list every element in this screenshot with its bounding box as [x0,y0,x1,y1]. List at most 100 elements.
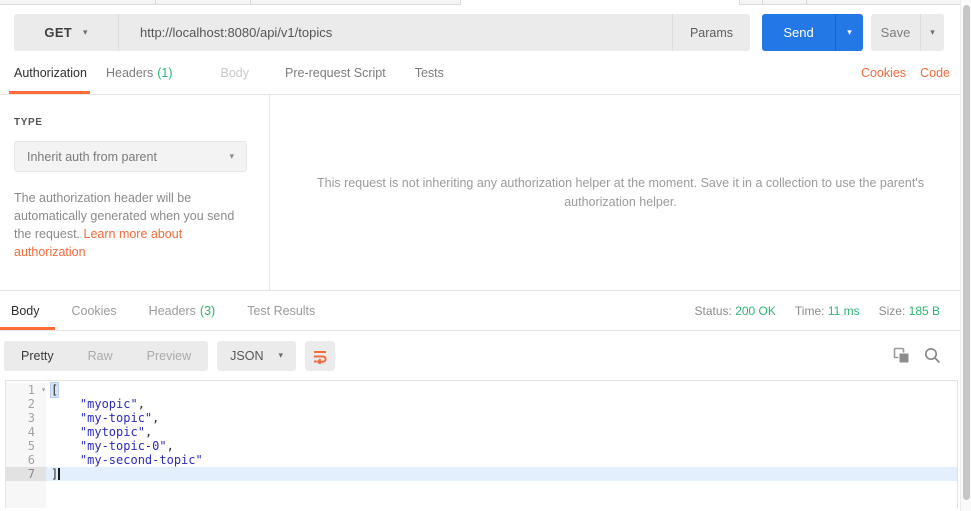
line-gutter[interactable]: 1 ▾ [6,383,46,397]
json-string: "mytopic" [79,425,145,439]
tab-label: Authorization [14,65,87,80]
scrollbar-thumb[interactable] [963,5,970,500]
status-value: 200 OK [735,303,776,318]
save-button[interactable]: Save ▾ [871,14,944,51]
send-label: Send [783,25,814,40]
close-bracket: ] [51,467,59,481]
request-bar: GET ▾ Params Send ▾ Save ▾ [0,5,971,51]
request-tabstrip [0,0,971,5]
tab-body[interactable]: Body [221,51,250,94]
wrap-lines-button[interactable] [305,340,336,371]
line-number: 7 [27,467,35,481]
code-text: "my-topic", [46,411,957,425]
chevron-down-icon: ▾ [930,27,935,37]
save-label: Save [880,25,911,40]
viewer-actions [892,347,941,365]
code-filler [46,481,957,508]
tab-label: Headers [105,65,154,80]
params-button[interactable]: Params [672,14,750,51]
view-mode-switch: Pretty Raw Preview [4,340,209,371]
code-line: 2 "myopic", [6,397,957,411]
line-gutter[interactable]: 5 [6,439,46,453]
line-number: 6 [27,453,35,467]
auth-description: The authorization header will be automat… [14,189,248,261]
text-cursor [58,468,61,480]
tab-headers[interactable]: Headers (1) [106,51,173,94]
tab-authorization[interactable]: Authorization [9,51,90,94]
chevron-down-icon: ▾ [83,27,88,37]
line-gutter[interactable]: 4 [6,425,46,439]
url-group: GET ▾ Params [14,14,750,51]
line-gutter[interactable]: 2 [6,397,46,411]
method-dropdown[interactable]: GET ▾ [14,14,119,51]
window-scrollbar[interactable] [960,0,971,511]
tab-label: Pre-request Script [285,65,386,80]
fold-arrow-icon[interactable]: ▾ [41,383,46,397]
authorization-panel: TYPE Inherit auth from parent ▾ The auth… [0,95,971,291]
view-pretty-button[interactable]: Pretty [4,341,71,371]
code-line: 3 "my-topic", [6,411,957,425]
line-gutter[interactable]: 3 [6,411,46,425]
copy-response-button[interactable] [892,347,910,365]
view-raw-button[interactable]: Raw [71,341,130,371]
chevron-down-icon: ▾ [229,151,234,161]
copy-icon [893,347,909,364]
tab-tests[interactable]: Tests [415,51,444,94]
headers-count-badge: (3) [199,303,216,318]
json-string: "my-second-topic" [79,453,203,467]
status-label: Status: [694,303,732,318]
response-body-editor[interactable]: 1 ▾ [ 2 "myopic", 3 "my-topic", 4 "mytop… [5,380,958,508]
response-tab-test-results[interactable]: Test Results [247,291,315,330]
request-links: Cookies Code [861,51,950,94]
tab-pre-request-script[interactable]: Pre-request Script [285,51,386,94]
url-input[interactable] [119,14,672,51]
code-line: 4 "mytopic", [6,425,957,439]
json-string: "my-topic-0" [79,439,167,453]
send-options-button[interactable]: ▾ [835,14,863,51]
line-number: 2 [27,397,35,411]
line-number: 4 [27,425,35,439]
response-format-select[interactable]: JSON ▾ [217,340,297,371]
line-gutter[interactable]: 7 [6,467,46,481]
save-options-button[interactable]: ▾ [920,14,944,51]
code-line: 6 "my-second-topic" [6,453,957,467]
json-string: "my-topic" [79,411,153,425]
tab-label: Body [220,65,250,80]
code-text: "myopic", [46,397,957,411]
code-link[interactable]: Code [920,66,950,80]
tabstrip-divider [155,0,156,4]
view-preview-button[interactable]: Preview [130,341,208,371]
tab-label: Tests [414,65,444,80]
response-tab-body[interactable]: Body [0,291,54,330]
comma: , [152,411,160,425]
line-gutter[interactable]: 6 [6,453,46,467]
auth-type-select[interactable]: Inherit auth from parent ▾ [14,141,247,172]
tab-label: Test Results [247,303,316,318]
response-tabs: Body Cookies Headers (3) Test Results St… [0,291,971,331]
cookies-link[interactable]: Cookies [861,66,906,80]
response-toolbar: Pretty Raw Preview JSON ▾ [0,331,971,380]
tabstrip-active-tab[interactable] [460,0,740,5]
time-value: 11 ms [827,303,860,318]
time-label: Time: [794,303,825,318]
response-tab-headers[interactable]: Headers (3) [149,291,216,330]
type-label: TYPE [14,117,43,128]
code-line: 1 ▾ [ [6,383,957,397]
code-text: "mytopic", [46,425,957,439]
response-tab-cookies[interactable]: Cookies [72,291,117,330]
send-button[interactable]: Send ▾ [762,14,863,51]
search-response-button[interactable] [923,347,941,365]
code-text: "my-second-topic" [46,453,957,467]
tabstrip-divider [806,0,807,4]
code-text: ] [46,467,957,481]
gutter-filler [6,481,46,508]
params-label: Params [689,25,734,40]
chevron-down-icon: ▾ [278,350,284,360]
size-label: Size: [878,303,906,318]
tab-label: Headers [148,303,196,318]
chevron-down-icon: ▾ [847,27,852,37]
open-bracket: [ [51,383,59,397]
headers-count-badge: (1) [157,65,173,80]
